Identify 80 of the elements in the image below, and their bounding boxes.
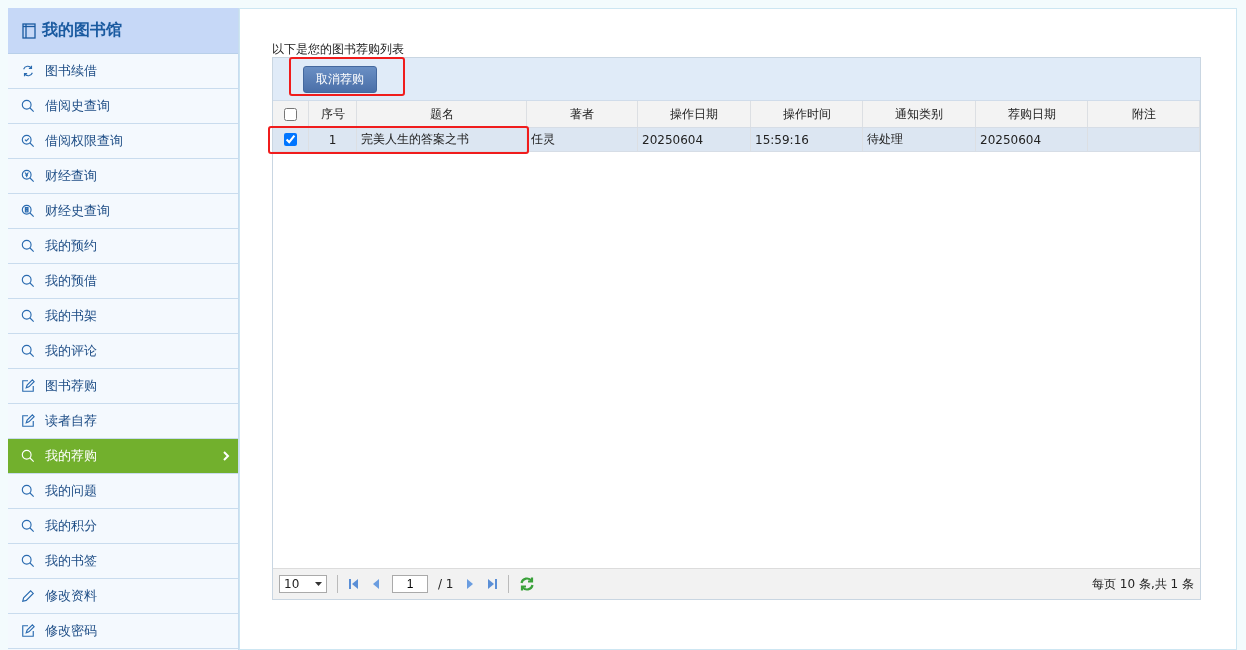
table-cell: 完美人生的答案之书 xyxy=(357,128,527,151)
sidebar-item[interactable]: 修改资料 xyxy=(8,579,238,614)
edit-icon xyxy=(21,414,35,428)
search-icon xyxy=(21,239,35,253)
sidebar-item-label: 我的荐购 xyxy=(45,447,98,465)
sidebar-item[interactable]: 借阅权限查询 xyxy=(8,124,238,159)
column-header: 通知类别 xyxy=(863,101,976,127)
search-icon xyxy=(21,309,35,323)
sidebar-item-label: 我的预借 xyxy=(45,272,98,290)
table-cell: 待处理 xyxy=(863,128,976,151)
sidebar-item-label: 图书续借 xyxy=(45,62,98,80)
sidebar-item-label: 我的书签 xyxy=(45,552,98,570)
row-checkbox[interactable] xyxy=(284,133,297,146)
page-size-select[interactable]: 10 xyxy=(279,575,327,593)
table-row[interactable]: 1 完美人生的答案之书 任灵 20250604 15:59:16 待处理 20250604 xyxy=(273,128,1200,152)
sidebar-item[interactable]: 借阅史查询 xyxy=(8,89,238,124)
dropdown-caret-icon xyxy=(315,582,322,586)
sidebar-item-label: 修改密码 xyxy=(45,622,98,640)
edit-icon xyxy=(21,379,35,393)
search-icon xyxy=(21,449,35,463)
first-page-icon[interactable] xyxy=(348,578,360,590)
sidebar-item-label: 财经查询 xyxy=(45,167,98,185)
sidebar-item-label: 读者自荐 xyxy=(45,412,98,430)
sidebar-item-label: 我的评论 xyxy=(45,342,98,360)
search-icon xyxy=(21,484,35,498)
pager-summary: 每页 10 条,共 1 条 xyxy=(1092,575,1194,593)
column-header: 附注 xyxy=(1088,101,1200,127)
sidebar-item-label: 我的问题 xyxy=(45,482,98,500)
table-cell: 任灵 xyxy=(527,128,638,151)
book-icon xyxy=(22,22,36,39)
pencil-icon xyxy=(21,589,35,603)
sidebar-item-label: 修改资料 xyxy=(45,587,98,605)
edit-icon xyxy=(21,624,35,638)
cancel-recommendation-button[interactable]: 取消荐购 xyxy=(303,65,377,93)
sidebar-item[interactable]: 财经查询 xyxy=(8,159,238,194)
sidebar-item-label: 借阅史查询 xyxy=(45,97,111,115)
column-header: 操作日期 xyxy=(638,101,751,127)
search-icon xyxy=(21,344,35,358)
search-list-icon xyxy=(21,204,35,218)
sidebar-item[interactable]: 修改密码 xyxy=(8,614,238,649)
sidebar-item[interactable]: 财经史查询 xyxy=(8,194,238,229)
sidebar-item[interactable]: 我的书签 xyxy=(8,544,238,579)
table-cell: 20250604 xyxy=(638,128,751,151)
sidebar-item-label: 我的预约 xyxy=(45,237,98,255)
search-yen-icon xyxy=(21,169,35,183)
sidebar-item[interactable]: 我的评论 xyxy=(8,334,238,369)
search-check-icon xyxy=(21,134,35,148)
sidebar-item[interactable]: 图书荐购 xyxy=(8,369,238,404)
sidebar-item[interactable]: 我的问题 xyxy=(8,474,238,509)
column-header: 著者 xyxy=(527,101,638,127)
table-cell: 20250604 xyxy=(976,128,1088,151)
sidebar-item-label: 借阅权限查询 xyxy=(45,132,124,150)
sidebar-item-label: 财经史查询 xyxy=(45,202,111,220)
search-icon xyxy=(21,519,35,533)
table-cell: 1 xyxy=(309,128,357,151)
search-icon xyxy=(21,554,35,568)
sidebar-item[interactable]: 我的预约 xyxy=(8,229,238,264)
search-icon xyxy=(21,99,35,113)
table-cell: 15:59:16 xyxy=(751,128,863,151)
column-header: 题名 xyxy=(357,101,527,127)
refresh-icon[interactable] xyxy=(518,576,535,592)
column-header: 操作时间 xyxy=(751,101,863,127)
sidebar-item[interactable]: 我的预借 xyxy=(8,264,238,299)
sidebar-item[interactable]: 我的书架 xyxy=(8,299,238,334)
page-number-field[interactable]: 1 xyxy=(392,575,428,593)
column-header: 序号 xyxy=(309,101,357,127)
sidebar-item[interactable]: 我的积分 xyxy=(8,509,238,544)
select-all-checkbox[interactable] xyxy=(284,107,297,121)
sidebar-item[interactable]: 图书续借 xyxy=(8,54,238,89)
list-caption: 以下是您的图书荐购列表 xyxy=(272,41,405,57)
sidebar-title-text: 我的图书馆 xyxy=(42,20,122,41)
last-page-icon[interactable] xyxy=(485,578,498,590)
chevron-icon xyxy=(222,451,230,461)
column-header: 荐购日期 xyxy=(976,101,1088,127)
refresh-icon xyxy=(21,64,35,78)
sidebar-item-label: 我的书架 xyxy=(45,307,98,325)
total-pages: / 1 xyxy=(438,577,454,591)
search-icon xyxy=(21,274,35,288)
sidebar-item-label: 图书荐购 xyxy=(45,377,98,395)
sidebar-item-label: 我的积分 xyxy=(45,517,98,535)
